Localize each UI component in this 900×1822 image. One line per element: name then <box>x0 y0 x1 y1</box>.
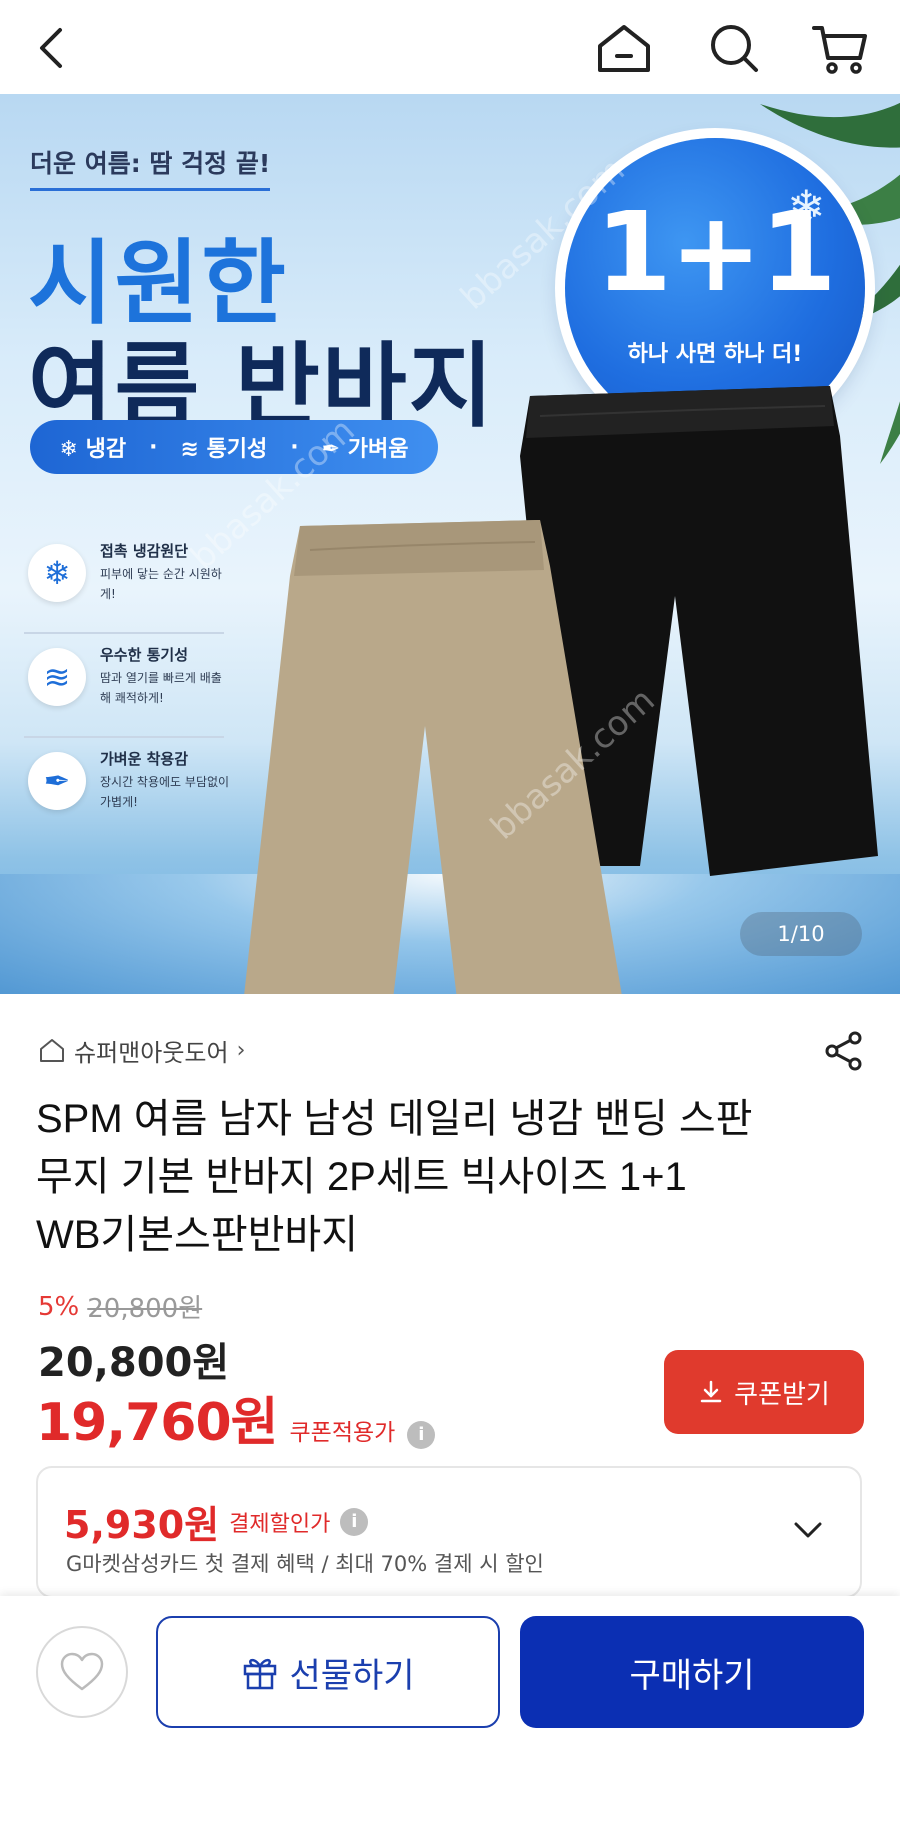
feature-title: 가벼운 착용감 <box>100 750 189 768</box>
gift-icon <box>244 1658 277 1690</box>
promo-big-text: 1+1 <box>595 188 836 316</box>
payment-benefit-card[interactable]: 5,930원 결제할인가 i G마켓삼성카드 첫 결제 혜택 / 최대 70% … <box>36 1466 862 1598</box>
wind-icon: ≋ <box>28 648 86 706</box>
search-icon <box>711 25 758 72</box>
cart-icon <box>812 26 867 74</box>
download-icon <box>700 1380 722 1403</box>
discount-rate: 5% <box>38 1291 80 1322</box>
feather-icon: ✒ <box>28 752 86 810</box>
share-button[interactable] <box>815 1022 873 1080</box>
share-icon <box>825 1031 862 1071</box>
cart-button[interactable] <box>804 12 876 84</box>
wind-icon: ≋ <box>180 437 199 462</box>
bottom-action-bar: 선물하기 구매하기 <box>0 1596 900 1822</box>
discount-row: 5% 20,800원 <box>38 1288 202 1325</box>
dot-separator: · <box>149 434 158 460</box>
feature-pill-cooling: ❄ 냉감 <box>60 431 127 463</box>
heart-icon <box>60 1652 104 1691</box>
coupon-price: 19,760원 <box>36 1393 279 1453</box>
payment-discount-label: 결제할인가 <box>229 1511 331 1537</box>
snowflake-icon: ❄ <box>59 437 78 462</box>
snowflake-icon: ❄ <box>28 544 86 602</box>
banner-tagline: 더운 여름: 땀 걱정 끝! <box>30 144 271 191</box>
gift-button[interactable]: 선물하기 <box>156 1616 500 1728</box>
product-image-carousel[interactable]: 더운 여름: 땀 걱정 끝! 시원한 여름 반바지 ❄ 냉감 · ≋ 통기성 ·… <box>0 94 900 994</box>
chevron-down-icon[interactable] <box>790 1512 826 1548</box>
chevron-right-icon: › <box>236 1037 246 1063</box>
buy-label: 구매하기 <box>629 1656 755 1695</box>
search-button[interactable] <box>698 12 770 84</box>
feature-item: ✒ 가벼운 착용감 장시간 착용에도 부담없이 가볍게! <box>24 738 229 842</box>
home-icon <box>40 1039 64 1062</box>
get-coupon-label: 쿠폰받기 <box>734 1378 830 1409</box>
promo-small-text: 하나 사면 하나 더! <box>627 342 803 367</box>
feature-pill: ❄ 냉감 · ≋ 통기성 · ✒ 가벼움 <box>30 420 438 474</box>
original-price: 20,800원 <box>87 1294 203 1324</box>
feature-list: ❄ 접촉 냉감원단 피부에 닿는 순간 시원하게! ≋ 우수한 통기성 땀과 열… <box>24 530 229 842</box>
feature-desc: 장시간 착용에도 부담없이 가볍게! <box>100 775 230 809</box>
feature-pill-label: 통기성 <box>206 437 268 462</box>
product-title: SPM 여름 남자 남성 데일리 냉감 밴딩 스판 무지 기본 반바지 2P세트… <box>36 1097 753 1257</box>
payment-discount-price: 5,930원 <box>64 1503 220 1547</box>
feature-pill-breathable: ≋ 통기성 <box>180 431 267 463</box>
feature-pill-label: 냉감 <box>85 437 127 462</box>
back-button[interactable] <box>18 12 90 84</box>
home-icon <box>598 25 650 72</box>
gift-label: 선물하기 <box>289 1655 415 1696</box>
store-name: 슈퍼맨아웃도어 <box>74 1038 229 1067</box>
image-page-counter: 1/10 <box>740 912 862 956</box>
feature-title: 우수한 통기성 <box>100 646 189 664</box>
feature-desc: 땀과 열기를 빠르게 배출해 쾌적하게! <box>100 671 222 705</box>
get-coupon-button[interactable]: 쿠폰받기 <box>664 1350 864 1434</box>
coupon-price-row: 19,760원 쿠폰적용가 i <box>36 1380 436 1455</box>
top-nav-bar <box>0 0 900 94</box>
feature-title: 접촉 냉감원단 <box>100 542 189 560</box>
coupon-price-label: 쿠폰적용가 <box>289 1420 396 1446</box>
info-icon[interactable]: i <box>340 1507 369 1536</box>
store-link[interactable]: 슈퍼맨아웃도어 › <box>38 1030 245 1070</box>
payment-amount-row: 5,930원 결제할인가 i <box>64 1494 369 1549</box>
chevron-left-icon <box>40 28 62 68</box>
home-button[interactable] <box>588 12 660 84</box>
buy-button[interactable]: 구매하기 <box>520 1616 864 1728</box>
info-icon[interactable]: i <box>407 1420 436 1449</box>
feature-item: ≋ 우수한 통기성 땀과 열기를 빠르게 배출해 쾌적하게! <box>24 634 224 738</box>
payment-benefit-description: G마켓삼성카드 첫 결제 혜택 / 최대 70% 결제 시 할인 <box>66 1552 544 1576</box>
wishlist-button[interactable] <box>36 1626 128 1718</box>
